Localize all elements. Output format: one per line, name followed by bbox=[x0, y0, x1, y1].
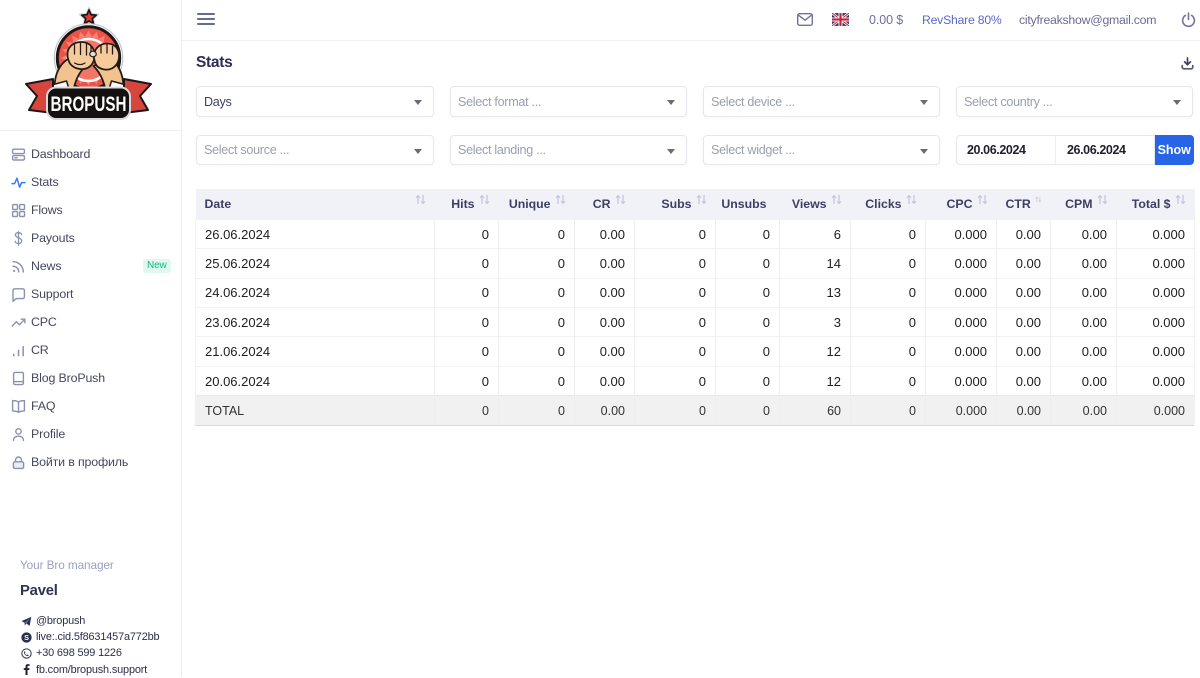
svg-text:S: S bbox=[24, 633, 29, 642]
svg-text:BROPUSH: BROPUSH bbox=[51, 93, 127, 116]
